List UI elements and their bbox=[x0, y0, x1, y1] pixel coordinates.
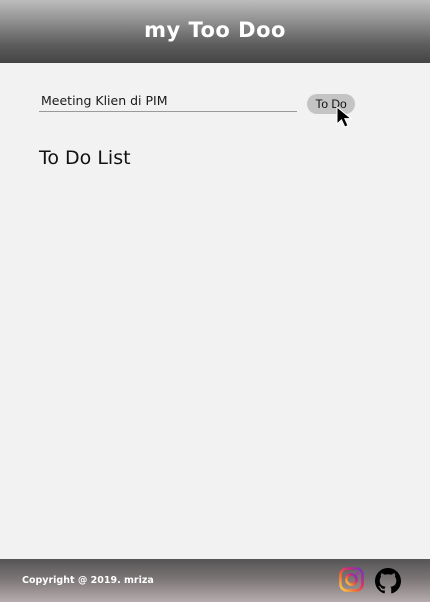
todo-input[interactable] bbox=[39, 90, 297, 112]
todo-list bbox=[39, 182, 391, 542]
copyright-text: Copyright @ 2019. mriza bbox=[22, 575, 154, 586]
page-bottom-edge bbox=[0, 602, 430, 606]
app-footer: Copyright @ 2019. mriza bbox=[0, 559, 430, 602]
app-title: my Too Doo bbox=[144, 17, 286, 42]
github-icon bbox=[375, 568, 401, 594]
instagram-icon bbox=[339, 567, 364, 592]
todo-list-title: To Do List bbox=[39, 147, 131, 169]
mouse-pointer-icon bbox=[336, 106, 353, 128]
instagram-link[interactable] bbox=[339, 567, 364, 592]
app-root: my Too Doo To Do To Do List Copyright @ … bbox=[0, 0, 430, 606]
github-link[interactable] bbox=[375, 568, 401, 594]
app-header: my Too Doo bbox=[0, 0, 430, 63]
